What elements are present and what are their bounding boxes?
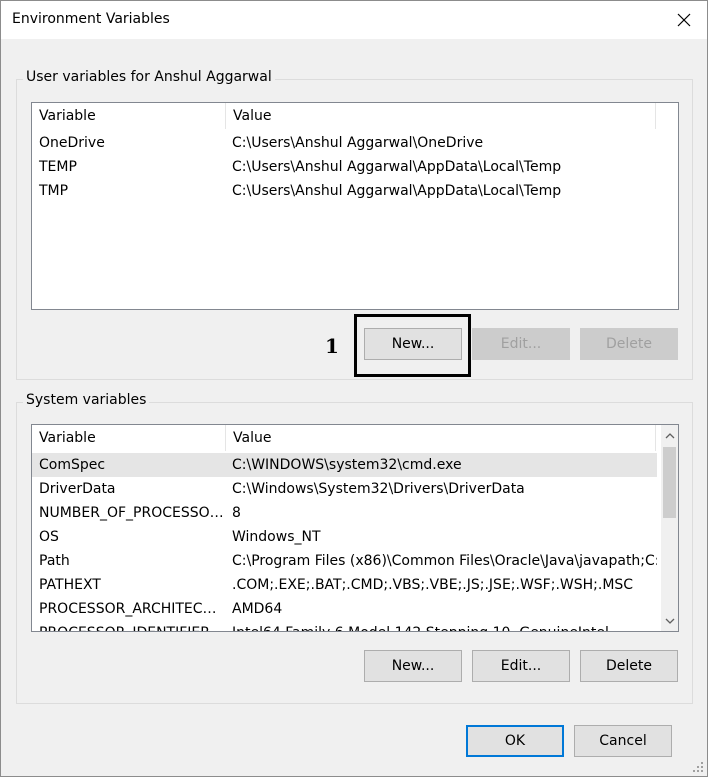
system-delete-button[interactable]: Delete	[580, 650, 678, 682]
table-row[interactable]: Path C:\Program Files (x86)\Common Files…	[32, 549, 657, 573]
resize-grip-icon[interactable]	[692, 761, 704, 773]
table-row[interactable]: DriverData C:\Windows\System32\Drivers\D…	[32, 477, 657, 501]
vertical-scrollbar[interactable]	[661, 425, 678, 631]
table-row[interactable]: PATHEXT .COM;.EXE;.BAT;.CMD;.VBS;.VBE;.J…	[32, 573, 657, 597]
close-button[interactable]	[661, 1, 707, 39]
scroll-down-button[interactable]	[661, 612, 678, 629]
user-delete-button[interactable]: Delete	[580, 328, 678, 360]
variable-value: C:\WINDOWS\system32\cmd.exe	[232, 457, 462, 473]
system-new-button[interactable]: New...	[364, 650, 462, 682]
variable-value: C:\Users\Anshul Aggarwal\AppData\Local\T…	[232, 183, 562, 199]
table-row[interactable]: PROCESSOR_IDENTIFIER Intel64 Family 6 Mo…	[32, 621, 657, 631]
environment-variables-dialog: Environment Variables User variables for…	[0, 0, 708, 777]
system-list-header: Variable Value	[32, 425, 678, 451]
chevron-down-icon	[665, 618, 674, 624]
variable-name: ComSpec	[39, 457, 106, 473]
variable-name: NUMBER_OF_PROCESSORS	[39, 505, 225, 521]
scroll-up-button[interactable]	[661, 427, 678, 444]
table-row[interactable]: OneDrive C:\Users\Anshul Aggarwal\OneDri…	[32, 131, 678, 155]
table-row[interactable]: OS Windows_NT	[32, 525, 657, 549]
variable-name: PROCESSOR_IDENTIFIER	[32, 621, 225, 631]
variable-name: PATHEXT	[39, 577, 101, 593]
step-number-annotation: 1	[325, 334, 339, 358]
variable-name: OneDrive	[39, 135, 105, 151]
close-icon	[677, 13, 691, 27]
variable-value: 8	[232, 505, 241, 521]
system-edit-button[interactable]: Edit...	[472, 650, 570, 682]
table-row[interactable]: TEMP C:\Users\Anshul Aggarwal\AppData\Lo…	[32, 155, 678, 179]
table-row[interactable]: TMP C:\Users\Anshul Aggarwal\AppData\Loc…	[32, 179, 678, 203]
user-variables-label: User variables for Anshul Aggarwal	[23, 69, 275, 85]
system-variables-label: System variables	[23, 392, 150, 408]
user-new-button[interactable]: New...	[364, 328, 462, 360]
variable-value: C:\Program Files (x86)\Common Files\Orac…	[232, 553, 657, 569]
variable-value: Intel64 Family 6 Model 142 Stepping 10, …	[225, 621, 657, 631]
table-row[interactable]: NUMBER_OF_PROCESSORS 8	[32, 501, 657, 525]
column-header-value[interactable]: Value	[226, 425, 656, 451]
system-variables-list[interactable]: Variable Value ComSpec C:\WINDOWS\system…	[31, 424, 679, 632]
column-header-value[interactable]: Value	[226, 103, 656, 129]
chevron-up-icon	[665, 432, 674, 438]
variable-value: C:\Users\Anshul Aggarwal\AppData\Local\T…	[232, 159, 562, 175]
table-row[interactable]: ComSpec C:\WINDOWS\system32\cmd.exe	[32, 453, 657, 477]
ok-button[interactable]: OK	[466, 725, 564, 757]
variable-value: C:\Windows\System32\Drivers\DriverData	[232, 481, 525, 497]
variable-value: .COM;.EXE;.BAT;.CMD;.VBS;.VBE;.JS;.JSE;.…	[232, 577, 634, 593]
column-header-variable[interactable]: Variable	[32, 425, 226, 451]
variable-name: OS	[39, 529, 59, 545]
user-edit-button[interactable]: Edit...	[472, 328, 570, 360]
variable-name: TMP	[39, 183, 69, 199]
column-header-variable[interactable]: Variable	[32, 103, 226, 129]
variable-name: PROCESSOR_ARCHITECTU...	[39, 601, 225, 617]
variable-value: AMD64	[232, 601, 283, 617]
scroll-thumb[interactable]	[663, 447, 676, 518]
variable-value: Windows_NT	[232, 529, 321, 545]
user-list-header: Variable Value	[32, 103, 678, 129]
variable-name: TEMP	[39, 159, 77, 175]
variable-name: DriverData	[39, 481, 116, 497]
variable-name: Path	[39, 553, 70, 569]
variable-value: C:\Users\Anshul Aggarwal\OneDrive	[232, 135, 484, 151]
cancel-button[interactable]: Cancel	[574, 725, 672, 757]
table-row[interactable]: PROCESSOR_ARCHITECTU... AMD64	[32, 597, 657, 621]
title-bar: Environment Variables	[1, 1, 707, 39]
user-variables-list[interactable]: Variable Value OneDrive C:\Users\Anshul …	[31, 102, 679, 310]
window-title: Environment Variables	[12, 11, 170, 27]
